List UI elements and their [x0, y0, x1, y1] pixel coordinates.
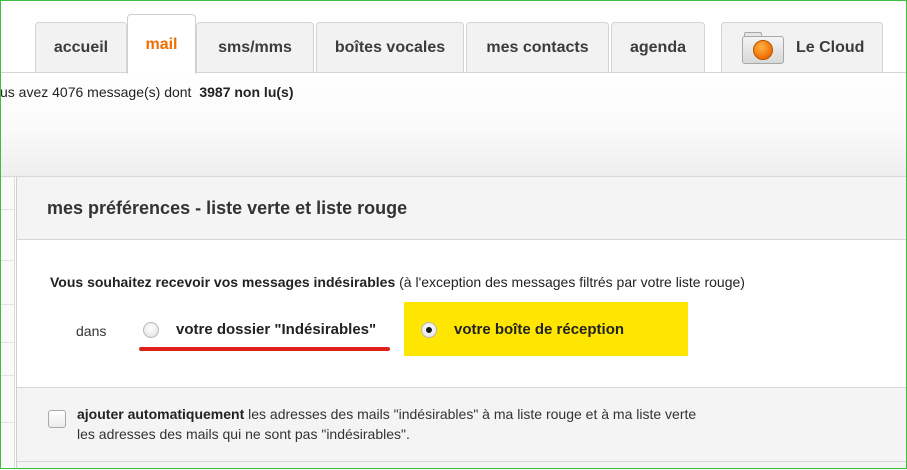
- radio-inbox[interactable]: [421, 321, 437, 338]
- tab-accueil[interactable]: accueil: [35, 22, 127, 72]
- tab-label: mes contacts: [486, 38, 589, 56]
- tab-agenda[interactable]: agenda: [611, 22, 705, 72]
- tab-mail[interactable]: mail: [127, 14, 196, 74]
- preferences-panel: mes préférences - liste verte et liste r…: [16, 177, 907, 470]
- tab-le-cloud[interactable]: Le Cloud: [721, 22, 883, 72]
- tab-label: boîtes vocales: [334, 38, 446, 56]
- left-column: [0, 177, 15, 469]
- status-bar: us avez 4076 message(s) dont 3987 non lu…: [0, 73, 907, 177]
- panel-title: mes préférences - liste verte et liste r…: [47, 198, 408, 218]
- tab-label: sms/mms: [218, 38, 292, 56]
- tab-boites-vocales[interactable]: boîtes vocales: [316, 22, 464, 72]
- tab-mes-contacts[interactable]: mes contacts: [466, 22, 609, 72]
- auto-add-section: ajouter automatiquement les adresses des…: [17, 387, 907, 470]
- message-count-text: us avez 4076 message(s) dont: [0, 84, 192, 100]
- red-underline-annotation: [139, 347, 390, 351]
- radio-spam-folder[interactable]: [143, 321, 159, 338]
- unread-count: 3987 non lu(s): [199, 84, 294, 100]
- question-rest: (à l'exception des messages filtrés par …: [395, 274, 745, 290]
- option-spam-folder-label: votre dossier "Indésirables": [176, 321, 377, 338]
- auto-add-bold: ajouter automatiquement: [77, 406, 245, 422]
- tab-label: accueil: [53, 38, 109, 56]
- option-inbox[interactable]: votre boîte de réception: [421, 321, 624, 338]
- dans-label: dans: [76, 323, 107, 339]
- question-bold: Vous souhaitez recevoir vos messages ind…: [50, 274, 396, 290]
- auto-add-checkbox[interactable]: [48, 410, 66, 428]
- panel-header: mes préférences - liste verte et liste r…: [17, 177, 907, 240]
- message-count: us avez 4076 message(s) dont 3987 non lu…: [0, 84, 293, 100]
- tab-sms-mms[interactable]: sms/mms: [196, 22, 314, 72]
- tab-label: mail: [145, 35, 178, 53]
- tab-label: agenda: [629, 38, 686, 56]
- cloud-folder-icon: [742, 31, 784, 64]
- spam-question: Vous souhaitez recevoir vos messages ind…: [50, 274, 745, 290]
- option-spam-folder[interactable]: votre dossier "Indésirables": [143, 321, 376, 338]
- section-divider: [17, 461, 907, 462]
- tab-bar: accueil mail sms/mms boîtes vocales mes …: [0, 0, 907, 80]
- option-inbox-label: votre boîte de réception: [454, 321, 625, 338]
- tab-label: Le Cloud: [796, 38, 865, 56]
- auto-add-text: ajouter automatiquement les adresses des…: [77, 404, 717, 444]
